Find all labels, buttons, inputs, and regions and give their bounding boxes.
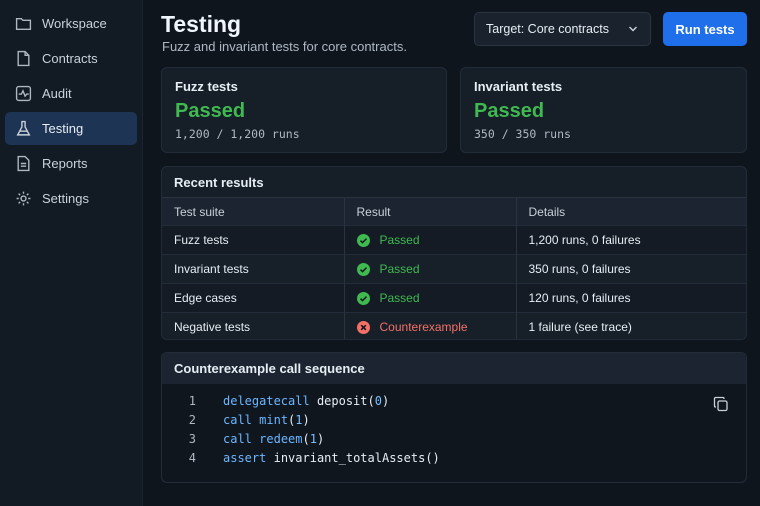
- file-icon: [15, 50, 32, 67]
- code-keyword: assert: [223, 451, 267, 465]
- sidebar-item-label: Settings: [42, 191, 89, 206]
- sidebar-item-testing[interactable]: Testing: [5, 112, 137, 145]
- sidebar-item-label: Testing: [42, 121, 84, 136]
- code-block[interactable]: 1 delegatecall deposit(0) 2 call mint(1)…: [162, 384, 746, 482]
- fuzz-tests-title: Fuzz tests: [175, 79, 238, 94]
- code-function: deposit: [316, 394, 368, 408]
- check-circle-icon: [356, 291, 370, 305]
- recent-results-title: Recent results: [174, 175, 264, 190]
- column-header[interactable]: Details: [515, 197, 746, 226]
- result-label: Counterexample: [379, 320, 468, 335]
- result-label: Passed: [379, 262, 420, 276]
- suite-cell: Edge cases: [162, 283, 344, 313]
- result-label: Passed: [379, 233, 420, 247]
- suite-cell: Fuzz tests: [162, 225, 344, 255]
- code-line: 1 delegatecall deposit(0): [162, 394, 389, 413]
- x-circle-icon: [356, 320, 370, 334]
- run-tests-button[interactable]: Run tests: [663, 12, 747, 46]
- result-cell: Passed: [343, 254, 516, 284]
- line-number: 2: [188, 413, 196, 427]
- invariant-tests-status: Passed: [474, 100, 545, 122]
- copy-icon[interactable]: [713, 396, 729, 412]
- code-function: invariant_totalAssets: [273, 451, 426, 465]
- fuzz-tests-status: Passed: [175, 100, 246, 122]
- sidebar-item-label: Workspace: [42, 16, 107, 31]
- column-header[interactable]: Test suite: [162, 197, 344, 226]
- table-row[interactable]: Edge cases Passed 120 runs, 0 failures: [162, 283, 746, 313]
- invariant-tests-card: Invariant tests Passed 350 / 350 runs: [460, 67, 747, 153]
- code-function: redeem: [259, 432, 303, 446]
- code-keyword: call: [223, 432, 252, 446]
- details-cell: 120 runs, 0 failures: [515, 283, 746, 313]
- result-status: Passed: [356, 291, 516, 305]
- code-keyword: delegatecall: [223, 394, 310, 408]
- sidebar-item-label: Audit: [42, 86, 72, 101]
- sidebar: Workspace Contracts Audit Testing Report…: [0, 0, 143, 506]
- recent-results-card: Recent results Test suite Result Details…: [161, 166, 747, 340]
- check-circle-icon: [356, 233, 370, 247]
- pulse-icon: [15, 85, 32, 102]
- line-number: 3: [188, 432, 196, 446]
- document-icon: [15, 155, 32, 172]
- suite-cell: Negative tests: [162, 312, 344, 339]
- code-text: assert invariant_totalAssets(): [223, 451, 440, 465]
- code-function: mint: [259, 413, 289, 427]
- details-cell: 1 failure (see trace): [515, 312, 746, 339]
- result-status: Passed: [356, 233, 516, 247]
- target-select-value: Target: Core contracts: [486, 22, 609, 36]
- sidebar-item-settings[interactable]: Settings: [5, 182, 137, 215]
- folder-icon: [15, 15, 32, 32]
- code-text: call redeem(1): [223, 432, 325, 446]
- table-row[interactable]: Fuzz tests Passed 1,200 runs, 0 failures: [162, 225, 746, 255]
- code-argument: 0: [374, 394, 382, 408]
- table-header-row: Test suite Result Details: [162, 197, 746, 226]
- line-number: 4: [188, 451, 196, 465]
- counterexample-card: Counterexample call sequence 1 delegatec…: [161, 352, 747, 483]
- counterexample-header: Counterexample call sequence: [162, 353, 746, 384]
- check-circle-icon: [356, 262, 370, 276]
- table-row[interactable]: Negative tests Counterexample 1 failure …: [162, 312, 746, 339]
- chevron-down-icon: [629, 26, 637, 32]
- page-subtitle: Fuzz and invariant tests for core contra…: [162, 39, 407, 54]
- code-line: 2 call mint(1): [162, 413, 310, 432]
- results-table: Test suite Result Details Fuzz tests Pas…: [162, 197, 746, 339]
- flask-icon: [15, 120, 32, 137]
- sidebar-item-audit[interactable]: Audit: [5, 77, 137, 110]
- line-number: 1: [188, 394, 196, 408]
- code-argument: 1: [309, 432, 317, 446]
- result-status: Passed: [356, 262, 516, 276]
- code-text: delegatecall deposit(0): [223, 394, 390, 408]
- suite-cell: Invariant tests: [162, 254, 344, 284]
- sidebar-item-label: Contracts: [42, 51, 98, 66]
- code-text: call mint(1): [223, 413, 310, 427]
- fuzz-tests-card: Fuzz tests Passed 1,200 / 1,200 runs: [161, 67, 447, 153]
- sidebar-item-contracts[interactable]: Contracts: [5, 42, 137, 75]
- target-select[interactable]: Target: Core contracts: [474, 12, 651, 46]
- table-row[interactable]: Invariant tests Passed 350 runs, 0 failu…: [162, 254, 746, 284]
- code-line: 3 call redeem(1): [162, 432, 324, 451]
- column-header[interactable]: Result: [343, 197, 516, 226]
- page-title: Testing: [161, 11, 242, 37]
- invariant-tests-runs: 350 / 350 runs: [474, 127, 571, 141]
- invariant-tests-title: Invariant tests: [474, 79, 563, 94]
- code-keyword: call: [223, 413, 252, 427]
- result-cell: Counterexample: [343, 312, 516, 339]
- fuzz-tests-runs: 1,200 / 1,200 runs: [175, 127, 300, 141]
- gear-icon: [15, 190, 32, 207]
- sidebar-item-reports[interactable]: Reports: [5, 147, 137, 180]
- code-argument: 1: [295, 413, 303, 427]
- details-cell: 1,200 runs, 0 failures: [515, 225, 746, 255]
- sidebar-item-workspace[interactable]: Workspace: [5, 7, 137, 40]
- code-line: 4 assert invariant_totalAssets(): [162, 451, 440, 470]
- result-cell: Passed: [343, 283, 516, 313]
- result-status: Counterexample: [356, 320, 516, 335]
- counterexample-title: Counterexample call sequence: [174, 361, 365, 376]
- details-cell: 350 runs, 0 failures: [515, 254, 746, 284]
- result-cell: Passed: [343, 225, 516, 255]
- result-label: Passed: [379, 291, 420, 305]
- sidebar-item-label: Reports: [42, 156, 88, 171]
